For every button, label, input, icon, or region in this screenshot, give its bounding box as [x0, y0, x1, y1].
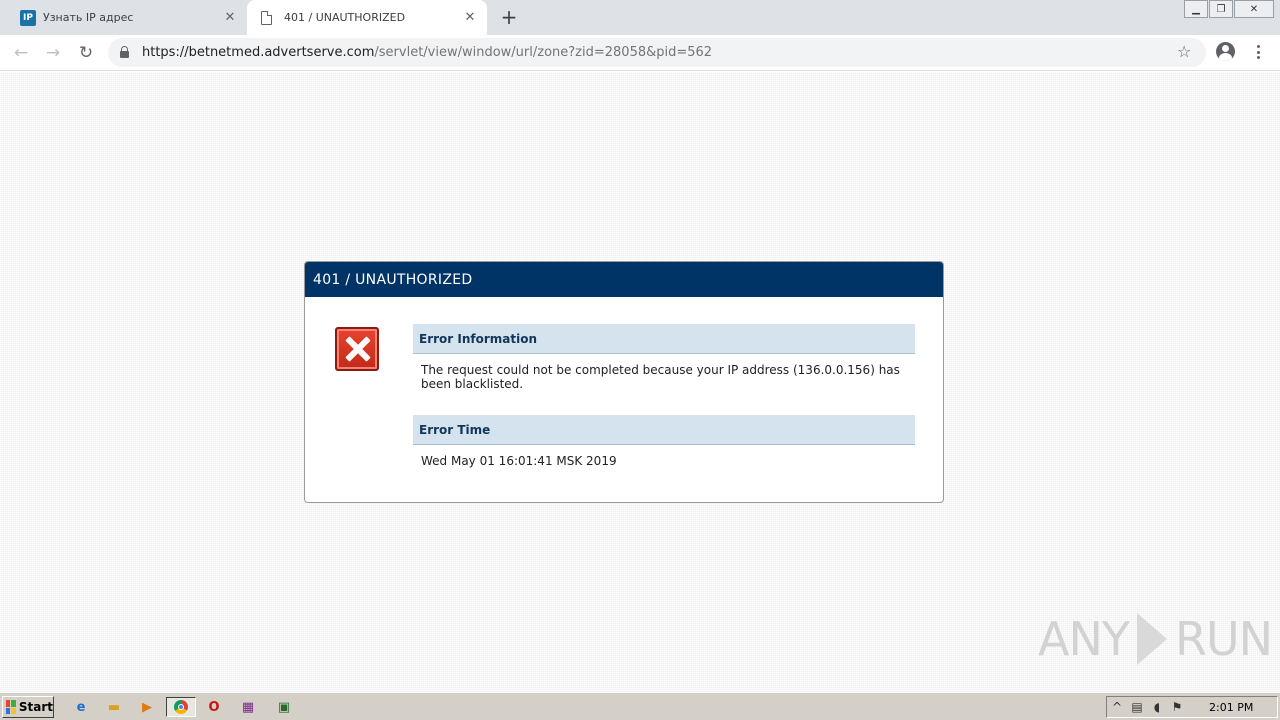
lock-icon[interactable] [120, 46, 129, 58]
back-arrow-icon[interactable]: ← [8, 40, 34, 66]
url-path: /servlet/view/window/url/zone?zid=28058&… [374, 45, 713, 60]
opera-icon[interactable]: O [203, 697, 225, 717]
error-header: 401 / UNAUTHORIZED [305, 262, 943, 297]
document-icon [261, 10, 272, 25]
tray-network-icon[interactable]: ▤ [1127, 700, 1147, 714]
minimize-button[interactable]: ▁ [1184, 0, 1208, 18]
ie-icon[interactable]: e [70, 697, 92, 717]
section-heading-error-information: Error Information [413, 324, 915, 354]
url-text[interactable]: https://betnetmed.advertserve.com/servle… [142, 45, 712, 60]
anyrun-watermark: ANY RUN [1038, 612, 1273, 666]
error-panel: 401 / UNAUTHORIZED Error Information The… [304, 261, 944, 503]
winrar-icon[interactable]: ▦ [237, 697, 259, 717]
taskbar: Start e ▬ ▶ O ▦ ▣ ^ ▤ ◖ ⚑ 2:01 PM [0, 692, 1280, 720]
browser-toolbar: ← → ↻ https://betnetmed.advertserve.com/… [0, 35, 1280, 71]
folder-icon[interactable]: ▬ [103, 697, 125, 717]
media-player-icon[interactable]: ▶ [136, 697, 158, 717]
address-bar[interactable]: https://betnetmed.advertserve.com/servle… [108, 38, 1206, 67]
restore-button[interactable]: ❐ [1209, 0, 1233, 18]
close-icon[interactable]: ✕ [222, 10, 238, 26]
tab-strip: IP Узнать IP адрес ✕ 401 / UNAUTHORIZED … [0, 0, 1280, 35]
ip-site-favicon-icon: IP [20, 9, 36, 26]
forward-arrow-icon[interactable]: → [40, 40, 66, 66]
tray-volume-icon[interactable]: ◖ [1147, 700, 1167, 714]
tab-ip-lookup[interactable]: IP Узнать IP адрес ✕ [0, 0, 247, 35]
tray-flag-icon[interactable]: ⚑ [1167, 700, 1187, 714]
section-heading-error-time: Error Time [413, 415, 915, 445]
start-button[interactable]: Start [2, 696, 54, 718]
bookmark-star-icon[interactable]: ☆ [1177, 42, 1191, 61]
new-tab-button[interactable]: + [498, 5, 520, 29]
more-menu-icon[interactable] [1250, 43, 1266, 61]
close-icon[interactable]: ✕ [462, 10, 478, 26]
error-time-text: Wed May 01 16:01:41 MSK 2019 [421, 454, 617, 468]
windows-logo-icon [6, 700, 16, 714]
play-icon [1136, 613, 1167, 665]
tray-expand-icon[interactable]: ^ [1107, 700, 1127, 714]
tab-unauthorized[interactable]: 401 / UNAUTHORIZED ✕ [247, 0, 487, 35]
watermark-right-text: RUN [1174, 612, 1273, 666]
tab-title: Узнать IP адрес [43, 11, 134, 24]
start-label: Start [18, 700, 53, 714]
clock[interactable]: 2:01 PM [1209, 701, 1253, 714]
page-content: 401 / UNAUTHORIZED Error Information The… [0, 72, 1280, 692]
close-window-button[interactable]: ✕ [1234, 0, 1274, 18]
url-host: https://betnetmed.advertserve.com [142, 45, 375, 60]
error-information-text: The request could not be completed becau… [421, 363, 900, 391]
error-x-icon [335, 327, 379, 371]
watermark-left-text: ANY [1038, 612, 1130, 666]
system-tray: ^ ▤ ◖ ⚑ 2:01 PM [1106, 696, 1278, 718]
reload-icon[interactable]: ↻ [73, 40, 99, 66]
tab-title: 401 / UNAUTHORIZED [284, 11, 406, 24]
chrome-icon[interactable] [166, 697, 196, 717]
network-icon[interactable]: ▣ [269, 697, 299, 717]
profile-avatar-icon[interactable] [1216, 42, 1235, 61]
